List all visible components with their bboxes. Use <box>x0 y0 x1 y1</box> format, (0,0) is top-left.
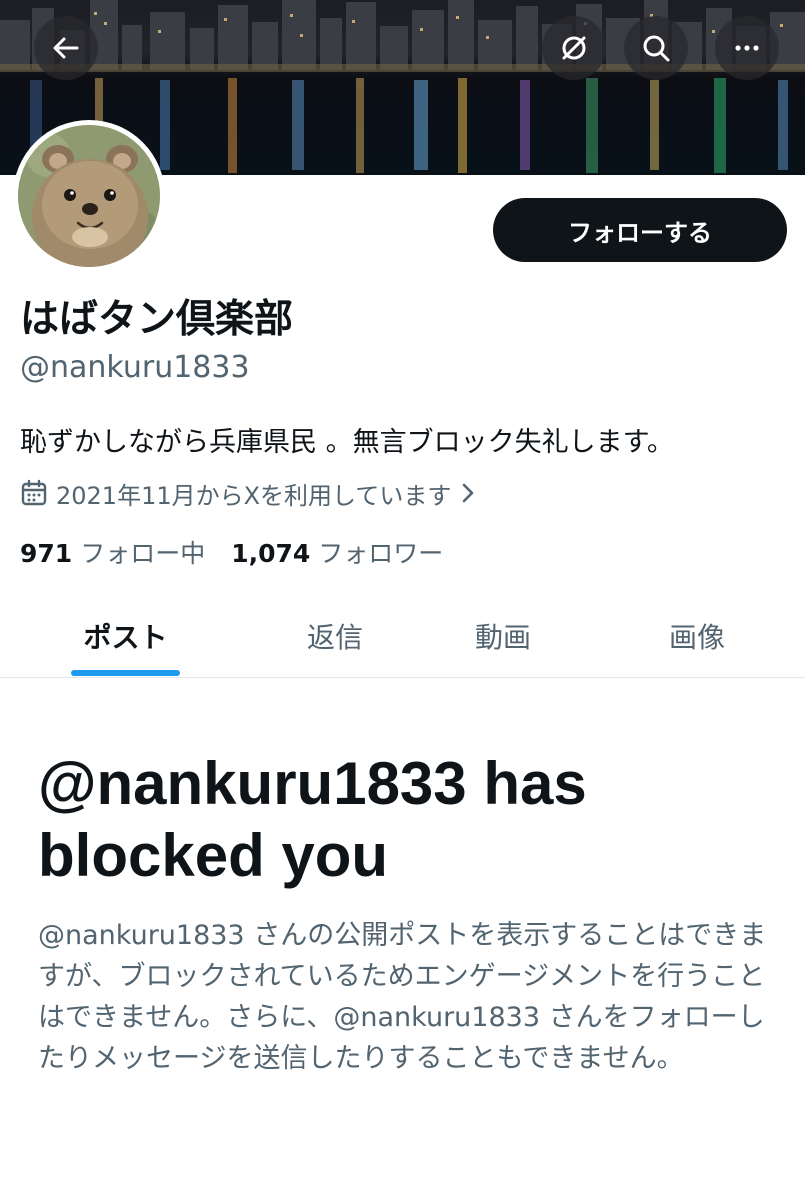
active-tab-indicator <box>71 670 180 676</box>
profile-bio: 恥ずかしながら兵庫県民 。無言ブロック失礼します。 <box>20 427 674 458</box>
tab-posts[interactable]: ポスト <box>60 595 191 677</box>
more-icon <box>735 45 759 51</box>
following-link[interactable]: 971 フォロー中 <box>20 534 205 570</box>
following-count: 971 <box>20 539 73 568</box>
followers-count: 1,074 <box>231 539 311 568</box>
followers-label: フォロワー <box>318 539 444 568</box>
tab-replies[interactable]: 返信 <box>270 595 400 677</box>
followers-link[interactable]: 1,074 フォロワー <box>231 534 443 570</box>
display-name: はばタン倶楽部 <box>20 297 294 342</box>
join-date-text: 2021年11月からXを利用しています <box>56 481 452 510</box>
join-date-row[interactable]: 2021年11月からXを利用しています <box>20 475 477 511</box>
hide-icon <box>562 36 586 60</box>
more-button[interactable] <box>715 16 779 80</box>
hide-reposts-button[interactable] <box>542 16 606 80</box>
avatar[interactable] <box>13 120 165 272</box>
blocked-description: @nankuru1833 さんの公開ポストを表示することはできますが、ブロックさ… <box>38 920 767 1074</box>
quokka-avatar-image <box>18 125 160 267</box>
following-label: フォロー中 <box>80 539 206 568</box>
chevron-right-icon <box>463 483 474 503</box>
tab-videos[interactable]: 動画 <box>438 595 568 677</box>
tab-images[interactable]: 画像 <box>632 595 762 677</box>
arrow-left-icon <box>53 37 79 59</box>
search-icon <box>643 35 670 62</box>
back-button[interactable] <box>34 16 98 80</box>
follow-button[interactable]: フォローする <box>493 198 787 262</box>
blocked-title: @nankuru1833 has blocked you <box>38 750 587 889</box>
search-button[interactable] <box>624 16 688 80</box>
follow-stats: 971 フォロー中 1,074 フォロワー <box>20 534 443 570</box>
user-handle: @nankuru1833 <box>20 350 250 385</box>
profile-tabs: ポスト 返信 動画 画像 <box>0 595 805 678</box>
calendar-icon <box>21 479 47 506</box>
